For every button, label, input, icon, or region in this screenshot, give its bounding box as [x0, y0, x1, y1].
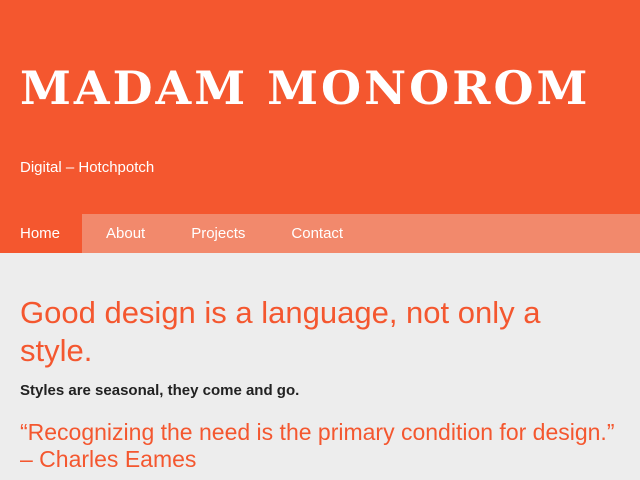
page-subheading: Styles are seasonal, they come and go.: [20, 382, 300, 399]
site-tagline: Digital – Hotchpotch: [20, 159, 155, 176]
page-headline: Good design is a language, not only a st…: [20, 295, 541, 368]
main-nav: Home About Projects Contact: [0, 214, 640, 253]
main-content: Good design is a language, not only a st…: [20, 253, 620, 473]
site-title[interactable]: MADAM MONOROM: [20, 58, 590, 118]
nav-item-home[interactable]: Home: [0, 214, 83, 253]
nav-item-about[interactable]: About: [82, 214, 167, 253]
site-header: MADAM MONOROM Digital – Hotchpotch: [0, 0, 640, 214]
quote-text: “Recognizing the need is the primary con…: [20, 419, 615, 472]
nav-item-projects[interactable]: Projects: [167, 214, 267, 253]
nav-item-contact[interactable]: Contact: [267, 214, 365, 253]
